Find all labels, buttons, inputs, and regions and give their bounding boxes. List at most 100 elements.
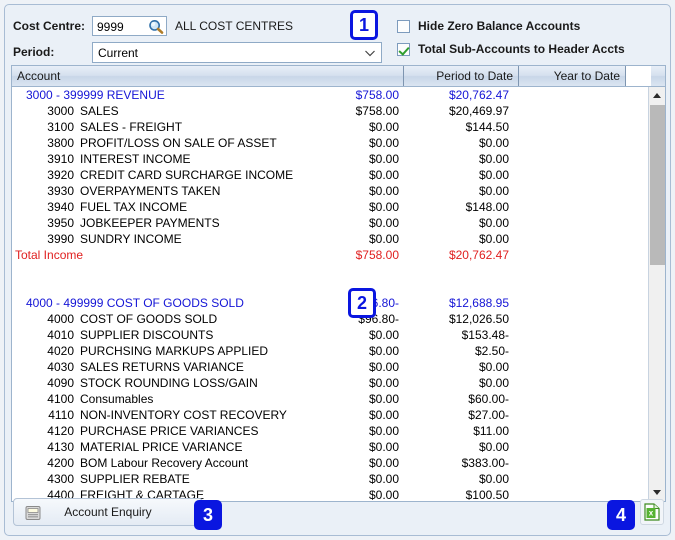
account-code: 4010: [47, 328, 74, 342]
year-to-date-value: $20,762.47: [448, 88, 509, 102]
account-code: 4090: [47, 376, 74, 390]
table-row[interactable]: 4020 PURCHSING MARKUPS APPLIED $0.00 $2.50-: [12, 343, 648, 359]
period-to-date-value: $0.00: [368, 136, 399, 150]
account-name: SUNDRY INCOME: [80, 232, 182, 246]
total-sub-accounts-checkbox-row[interactable]: Total Sub-Accounts to Header Accts: [397, 42, 625, 56]
table-row[interactable]: 4300 SUPPLIER REBATE $0.00 $0.00: [12, 471, 648, 487]
table-row[interactable]: 3000 SALES $758.00 $20,469.97: [12, 103, 648, 119]
column-header-year-to-date[interactable]: Year to Date: [519, 66, 626, 86]
table-row[interactable]: 3920 CREDIT CARD SURCHARGE INCOME $0.00 $0.…: [12, 167, 648, 183]
svg-text:x: x: [649, 509, 654, 518]
account-code: 4030: [47, 360, 74, 374]
year-to-date-value: $0.00: [478, 232, 509, 246]
grid-body: 3000 - 399999 REVENUE $758.00 $20,762.47 30…: [12, 87, 648, 501]
year-to-date-value: $383.00-: [461, 456, 509, 470]
account-code: 3100: [47, 120, 74, 134]
annotation-badge-4: 4: [607, 500, 635, 530]
year-to-date-value: $11.00: [473, 424, 509, 438]
period-to-date-value: $758.00: [355, 88, 399, 102]
column-header-period-to-date[interactable]: Period to Date: [404, 66, 519, 86]
account-code: 4110: [48, 408, 74, 422]
export-to-excel-button[interactable]: x: [640, 499, 664, 525]
chevron-down-icon[interactable]: [364, 47, 376, 59]
table-row[interactable]: 3990 SUNDRY INCOME $0.00 $0.00: [12, 231, 648, 247]
period-to-date-value: $0.00: [368, 424, 399, 438]
account-group-title: 4000 - 499999 COST OF GOODS SOLD: [26, 296, 244, 310]
table-row[interactable]: 4130 MATERIAL PRICE VARIANCE $0.00 $0.00: [12, 439, 648, 455]
account-code: 3950: [47, 216, 74, 230]
annotation-badge-2: 2: [348, 288, 376, 318]
account-code: 4200: [47, 456, 74, 470]
year-to-date-value: $0.00: [478, 440, 509, 454]
grid-spacer-row: [12, 263, 648, 279]
account-name: JOBKEEPER PAYMENTS: [80, 216, 220, 230]
period-to-date-value: $0.00: [368, 200, 399, 214]
account-enquiry-label: Account Enquiry: [64, 505, 152, 519]
year-to-date-value: $2.50-: [474, 344, 509, 358]
account-balances-window: Cost Centre: ALL COST CENTRES Period: Cu…: [0, 0, 675, 540]
table-row[interactable]: 3930 OVERPAYMENTS TAKEN $0.00 $0.00: [12, 183, 648, 199]
period-selected-value: Current: [98, 46, 139, 60]
table-row[interactable]: 4030 SALES RETURNS VARIANCE $0.00 $0.00: [12, 359, 648, 375]
vertical-scrollbar[interactable]: [648, 87, 665, 501]
account-name: PURCHSING MARKUPS APPLIED: [80, 344, 269, 358]
account-code: 4300: [47, 472, 74, 486]
table-row[interactable]: 3000 - 399999 REVENUE $758.00 $20,762.47: [12, 87, 648, 103]
table-row[interactable]: 4110 NON-INVENTORY COST RECOVERY $0.00 $27.…: [12, 407, 648, 423]
account-code: 4130: [47, 440, 74, 454]
account-code: 4000: [47, 312, 74, 326]
table-row[interactable]: 4000 COST OF GOODS SOLD $96.80- $12,026.50: [12, 311, 648, 327]
table-row[interactable]: 4090 STOCK ROUNDING LOSS/GAIN $0.00 $0.00: [12, 375, 648, 391]
scrollbar-thumb[interactable]: [650, 105, 665, 265]
account-name: STOCK ROUNDING LOSS/GAIN: [80, 376, 258, 390]
year-to-date-value: $0.00: [478, 472, 509, 486]
cost-centre-field[interactable]: [92, 16, 167, 36]
period-to-date-value: $0.00: [368, 408, 399, 422]
table-row[interactable]: 3100 SALES - FREIGHT $0.00 $144.50: [12, 119, 648, 135]
year-to-date-value: $0.00: [478, 152, 509, 166]
magnifier-icon[interactable]: [148, 19, 164, 35]
account-name: CREDIT CARD SURCHARGE INCOME: [80, 168, 294, 182]
table-row[interactable]: 3910 INTEREST INCOME $0.00 $0.00: [12, 151, 648, 167]
account-code: 3920: [47, 168, 74, 182]
filter-toolbar: Cost Centre: ALL COST CENTRES Period: Cu…: [5, 5, 670, 63]
account-code: 3800: [47, 136, 74, 150]
account-code: 3000: [47, 104, 74, 118]
account-name: SALES - FREIGHT: [80, 120, 183, 134]
table-row[interactable]: 4100 Consumables $0.00 $60.00-: [12, 391, 648, 407]
year-to-date-value: $12,026.50: [448, 312, 509, 326]
table-row[interactable]: 3950 JOBKEEPER PAYMENTS $0.00 $0.00: [12, 215, 648, 231]
hide-zero-balance-checkbox[interactable]: [397, 20, 410, 33]
cost-centre-input[interactable]: [97, 19, 141, 35]
table-row[interactable]: 4010 SUPPLIER DISCOUNTS $0.00 $153.48-: [12, 327, 648, 343]
period-to-date-value: $0.00: [368, 440, 399, 454]
hide-zero-balance-checkbox-row[interactable]: Hide Zero Balance Accounts: [397, 19, 580, 33]
table-row[interactable]: 4120 PURCHASE PRICE VARIANCES $0.00 $11.00: [12, 423, 648, 439]
main-panel: Cost Centre: ALL COST CENTRES Period: Cu…: [4, 4, 671, 536]
account-code: 3990: [47, 232, 74, 246]
year-to-date-value: $12,688.95: [448, 296, 509, 310]
period-to-date-value: $758.00: [355, 104, 399, 118]
period-to-date-value: $0.00: [368, 216, 399, 230]
annotation-badge-1: 1: [350, 10, 378, 40]
cost-centre-label: Cost Centre:: [13, 19, 86, 33]
period-dropdown[interactable]: Current: [92, 42, 382, 63]
period-label: Period:: [13, 45, 55, 59]
table-row[interactable]: 4000 - 499999 COST OF GOODS SOLD $96.80- $…: [12, 295, 648, 311]
account-name: SUPPLIER DISCOUNTS: [80, 328, 214, 342]
account-name: OVERPAYMENTS TAKEN: [80, 184, 221, 198]
account-name: MATERIAL PRICE VARIANCE: [80, 440, 243, 454]
grid-spacer-row: [12, 279, 648, 295]
account-enquiry-button[interactable]: Account Enquiry: [13, 498, 203, 526]
table-row[interactable]: 4200 BOM Labour Recovery Account $0.00 $383…: [12, 455, 648, 471]
table-row[interactable]: 3800 PROFIT/LOSS ON SALE OF ASSET $0.00 $0.…: [12, 135, 648, 151]
total-sub-accounts-checkbox[interactable]: [397, 43, 410, 56]
scroll-up-arrow-icon[interactable]: [649, 87, 665, 104]
column-header-account[interactable]: Account: [12, 66, 404, 86]
year-to-date-value: $60.00-: [468, 392, 509, 406]
year-to-date-value: $153.48-: [461, 328, 509, 342]
table-row[interactable]: 3940 FUEL TAX INCOME $0.00 $148.00: [12, 199, 648, 215]
account-code: 4100: [47, 392, 74, 406]
year-to-date-value: $144.50: [465, 120, 509, 134]
table-row[interactable]: Total Income $758.00 $20,762.47: [12, 247, 648, 263]
